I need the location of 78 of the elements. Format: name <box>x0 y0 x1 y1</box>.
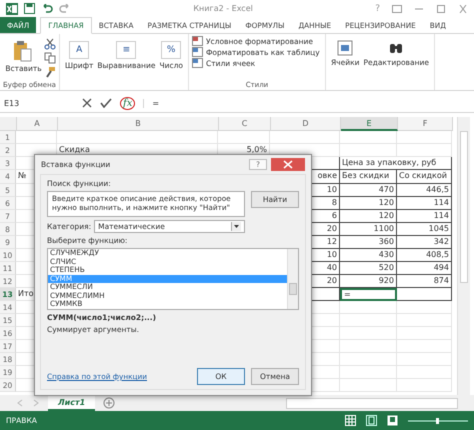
page-layout-icon[interactable] <box>366 415 377 426</box>
table-cell <box>397 327 452 340</box>
name-box[interactable]: E13 <box>2 98 74 108</box>
add-sheet-icon[interactable] <box>103 397 116 409</box>
table-cell <box>397 340 452 353</box>
table-cell <box>397 144 452 157</box>
zoom-slider-icon[interactable] <box>408 416 468 424</box>
save-icon[interactable] <box>24 3 35 14</box>
table-cell: 1100 <box>340 223 397 236</box>
close-icon[interactable] <box>271 158 305 171</box>
table-cell: 114 <box>397 210 452 223</box>
table-cell <box>340 340 397 353</box>
horizontal-scrollbar[interactable] <box>286 398 458 408</box>
table-cell: 342 <box>397 236 452 249</box>
table-cell: 1045 <box>397 223 452 236</box>
copy-icon[interactable] <box>44 52 56 64</box>
redo-icon[interactable] <box>59 4 71 14</box>
table-cell: Со скидкой <box>397 170 452 184</box>
close-icon[interactable] <box>458 4 468 12</box>
insert-function-button[interactable]: fx <box>120 96 136 110</box>
vertical-scrollbar[interactable] <box>457 117 470 395</box>
scissors-icon[interactable] <box>44 38 56 50</box>
table-cell <box>270 131 340 144</box>
table-cell: = <box>340 288 397 301</box>
table-cell: 120 <box>340 210 397 223</box>
page-break-icon[interactable] <box>387 415 398 426</box>
table-cell: 408,5 <box>397 249 452 262</box>
table-cell <box>397 379 452 392</box>
table-cell <box>340 379 397 392</box>
column-header[interactable]: A <box>17 117 58 131</box>
undo-icon[interactable] <box>41 4 53 14</box>
table-cell: 520 <box>340 262 397 275</box>
table-cell <box>16 131 57 144</box>
table-cell <box>397 301 452 314</box>
table-cell: 360 <box>340 236 397 249</box>
checkmark-icon[interactable] <box>100 98 112 108</box>
dropdown-arrow-icon <box>231 222 241 231</box>
table-cell: 874 <box>397 275 452 288</box>
column-header[interactable]: B <box>58 117 219 131</box>
table-cell: 920 <box>340 275 397 288</box>
table-cell <box>340 301 397 314</box>
maximize-icon[interactable] <box>436 4 446 12</box>
table-cell <box>397 314 452 327</box>
format-painter-icon[interactable] <box>44 66 56 78</box>
table-cell <box>397 353 452 366</box>
table-cell <box>340 144 397 157</box>
column-header[interactable]: E <box>341 117 398 131</box>
table-cell <box>340 131 397 144</box>
table-cell <box>340 327 397 340</box>
list-scrollbar[interactable] <box>287 249 298 308</box>
table-cell <box>397 131 452 144</box>
clipboard-icon <box>13 40 34 62</box>
table-cell <box>340 314 397 327</box>
table-style-icon <box>192 58 203 68</box>
table-cell <box>218 131 270 144</box>
table-cell <box>340 366 397 379</box>
normal-view-icon[interactable] <box>345 415 356 426</box>
table-cell: 470 <box>340 184 397 197</box>
table-cell: 114 <box>397 197 452 210</box>
window-title: Книга2 - Excel <box>192 4 254 13</box>
table-cell: 446,5 <box>397 184 452 197</box>
table-cell: 494 <box>397 262 452 275</box>
table-cell: 430 <box>340 249 397 262</box>
sheet-tab[interactable]: Лист1 <box>48 396 96 410</box>
column-header[interactable]: D <box>271 117 341 131</box>
table-style-icon <box>192 47 203 57</box>
ribbon-display-icon[interactable] <box>392 4 402 12</box>
table-cell: Без скидки <box>340 170 397 184</box>
formula-field[interactable]: = <box>143 98 474 108</box>
table-cell <box>340 353 397 366</box>
column-header[interactable]: F <box>398 117 453 131</box>
cells-icon <box>337 40 354 56</box>
table-cell <box>397 366 452 379</box>
table-cell: 120 <box>340 197 397 210</box>
table-cell: Цена за упаковку, руб <box>340 157 452 170</box>
cancel-icon[interactable] <box>82 98 92 108</box>
column-header[interactable]: C <box>219 117 271 131</box>
excel-logo-icon <box>6 2 18 14</box>
